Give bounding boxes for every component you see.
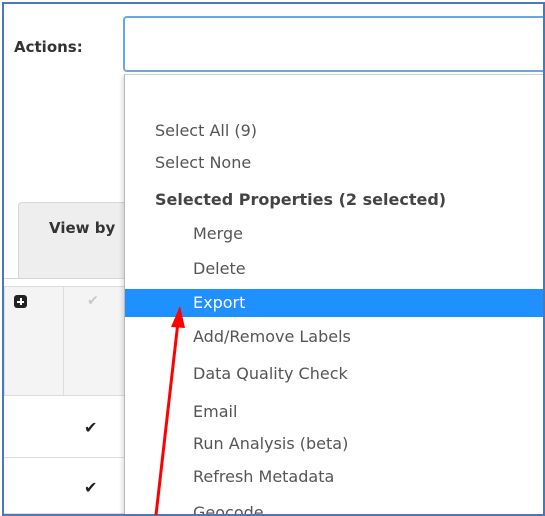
menu-item-select-none[interactable]: Select None	[125, 149, 543, 177]
menu-item-geocode[interactable]: Geocode	[125, 499, 543, 516]
menu-item-label: Merge	[193, 224, 243, 243]
menu-item-label: Select All (9)	[155, 121, 258, 140]
checkmark-icon[interactable]: ✔	[84, 478, 97, 497]
checkmark-icon[interactable]: ✔	[84, 418, 97, 437]
menu-item-label: Select None	[155, 153, 252, 172]
expand-header-cell[interactable]	[4, 286, 64, 396]
properties-table: ✔ ✔ ✔	[4, 286, 134, 514]
menu-item-run-analysis[interactable]: Run Analysis (beta)	[125, 430, 543, 458]
menu-group-label: Selected Properties (2 selected)	[155, 190, 447, 209]
menu-item-refresh-metadata[interactable]: Refresh Metadata	[125, 463, 543, 491]
menu-item-data-quality-check[interactable]: Data Quality Check	[125, 360, 543, 388]
tab-view-by[interactable]: View by	[18, 202, 138, 279]
menu-item-label: Email	[193, 402, 238, 421]
menu-item-export[interactable]: Export	[125, 289, 543, 317]
table-row: ✔	[4, 458, 134, 514]
menu-item-merge[interactable]: Merge	[125, 220, 543, 248]
plus-square-icon[interactable]	[14, 295, 27, 308]
checkmark-icon[interactable]: ✔	[87, 293, 99, 309]
menu-item-label: Run Analysis (beta)	[193, 434, 349, 453]
table-row: ✔	[4, 396, 134, 458]
menu-item-email[interactable]: Email	[125, 398, 543, 426]
menu-item-label: Geocode	[193, 503, 264, 516]
menu-item-label: Refresh Metadata	[193, 467, 335, 486]
actions-select[interactable]	[123, 16, 543, 72]
actions-dropdown-menu: Select All (9) Select None Selected Prop…	[124, 74, 543, 516]
menu-item-label: Add/Remove Labels	[193, 327, 351, 346]
menu-item-label: Delete	[193, 259, 246, 278]
menu-item-label: Export	[193, 293, 246, 312]
menu-item-label: Data Quality Check	[193, 364, 348, 383]
tab-strip-divider	[4, 278, 134, 279]
actions-label: Actions:	[14, 38, 83, 56]
menu-item-delete[interactable]: Delete	[125, 255, 543, 283]
tab-view-by-label: View by	[49, 219, 116, 237]
menu-item-select-all[interactable]: Select All (9)	[125, 117, 543, 145]
menu-item-add-remove-labels[interactable]: Add/Remove Labels	[125, 323, 543, 351]
app-frame: Actions: View by ✔ ✔ ✔ Select All (9) Se…	[2, 2, 545, 516]
menu-group-header: Selected Properties (2 selected)	[125, 186, 543, 214]
